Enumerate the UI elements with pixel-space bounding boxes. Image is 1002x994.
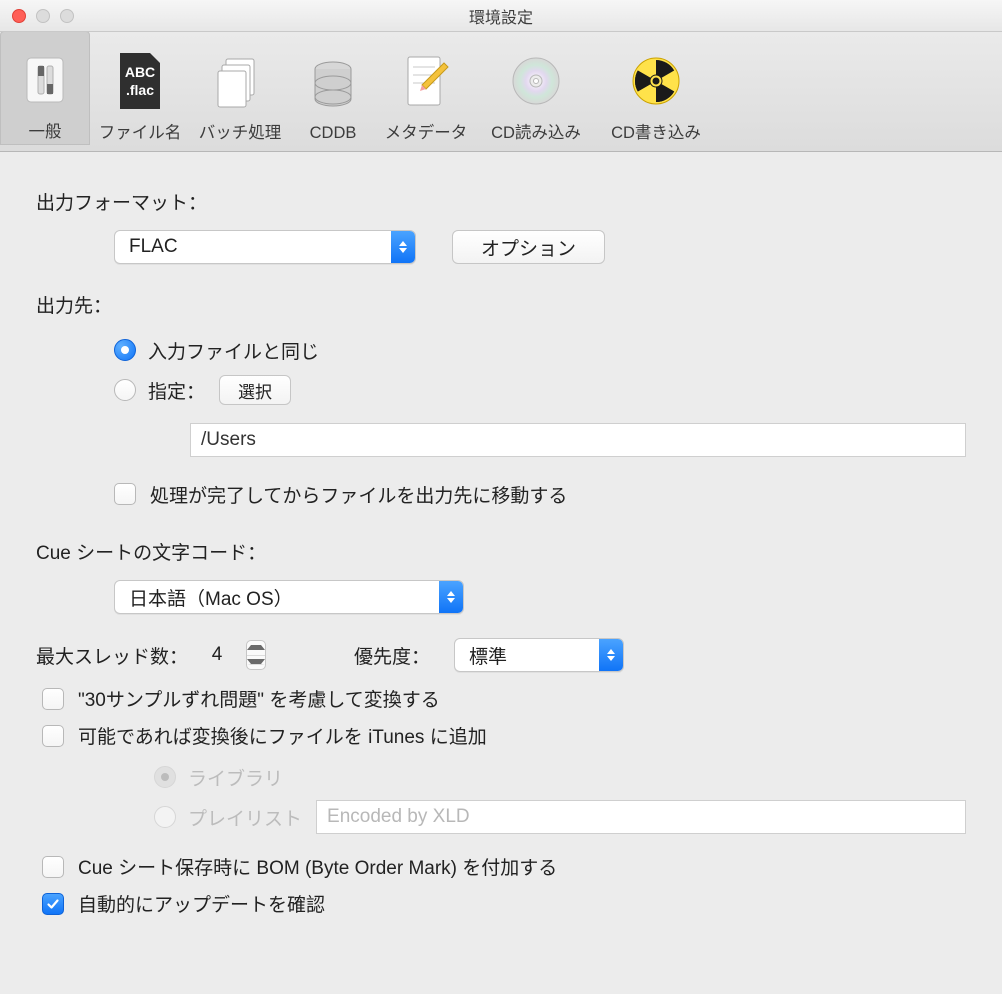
general-pane: 出力フォーマット： FLAC オプション 出力先： 入力ファイルと同じ 指定： …	[0, 152, 1002, 917]
tab-batch[interactable]: バッチ処理	[190, 31, 290, 145]
output-format-select[interactable]: FLAC	[114, 230, 416, 264]
itunes-library-radio	[154, 766, 176, 788]
priority-select[interactable]: 標準	[454, 638, 624, 672]
tab-label: CDDB	[310, 124, 357, 143]
tab-label: ファイル名	[99, 119, 182, 143]
playlist-name-field[interactable]	[316, 800, 966, 834]
cue-encoding-value: 日本語（Mac OS）	[129, 584, 293, 611]
flac-file-icon: ABC .flac	[110, 51, 170, 111]
priority-value: 標準	[469, 642, 507, 669]
itunes-playlist-radio	[154, 806, 176, 828]
format-options-button[interactable]: オプション	[452, 230, 605, 264]
svg-text:.flac: .flac	[126, 82, 154, 98]
priority-label: 優先度：	[354, 642, 430, 669]
dest-specify-radio[interactable]	[114, 379, 136, 401]
dest-path-value: /Users	[201, 429, 256, 451]
cue-encoding-label: Cue シートの文字コード：	[36, 538, 966, 565]
edit-document-icon	[396, 51, 456, 111]
documents-stack-icon	[210, 51, 270, 111]
updown-arrows-icon	[391, 231, 415, 263]
cd-disc-icon	[506, 51, 566, 111]
move-after-done-checkbox[interactable]	[114, 483, 136, 505]
tab-cd-burn[interactable]: CD書き込み	[596, 31, 716, 145]
add-to-itunes-checkbox[interactable]	[42, 725, 64, 747]
tab-metadata[interactable]: メタデータ	[376, 31, 476, 145]
max-threads-label: 最大スレッド数：	[36, 642, 188, 669]
tab-filename[interactable]: ABC .flac ファイル名	[90, 31, 190, 145]
tab-label: CD読み込み	[491, 119, 581, 143]
dest-path-field[interactable]: /Users	[190, 423, 966, 457]
choose-dest-button[interactable]: 選択	[219, 375, 291, 405]
itunes-playlist-label: プレイリスト	[188, 804, 302, 831]
updown-arrows-icon	[599, 639, 623, 671]
updown-arrows-icon	[439, 581, 463, 613]
cue-encoding-select[interactable]: 日本語（Mac OS）	[114, 580, 464, 614]
cue-bom-label: Cue シート保存時に BOM (Byte Order Mark) を付加する	[78, 853, 557, 880]
thirty-sample-checkbox[interactable]	[42, 688, 64, 710]
tab-cddb[interactable]: CDDB	[290, 31, 376, 145]
tab-label: 一般	[29, 118, 62, 142]
itunes-library-label: ライブラリ	[188, 764, 283, 791]
move-after-done-label: 処理が完了してからファイルを出力先に移動する	[150, 481, 567, 508]
add-to-itunes-label: 可能であれば変換後にファイルを iTunes に追加	[78, 722, 487, 749]
auto-update-label: 自動的にアップデートを確認	[78, 890, 325, 917]
switch-icon	[15, 50, 75, 110]
auto-update-checkbox[interactable]	[42, 893, 64, 915]
dest-same-as-input-radio[interactable]	[114, 339, 136, 361]
tab-label: バッチ処理	[199, 119, 282, 143]
output-format-label: 出力フォーマット：	[36, 188, 966, 215]
radiation-burn-icon	[626, 51, 686, 111]
titlebar: 環境設定	[0, 0, 1002, 32]
tab-cd-read[interactable]: CD読み込み	[476, 31, 596, 145]
thirty-sample-label: "30サンプルずれ問題" を考慮して変換する	[78, 685, 440, 712]
output-format-value: FLAC	[129, 236, 178, 258]
dest-same-as-input-label: 入力ファイルと同じ	[148, 337, 319, 364]
database-icon	[303, 56, 363, 116]
tab-label: メタデータ	[385, 119, 468, 143]
output-dest-label: 出力先：	[36, 291, 966, 318]
dest-specify-label: 指定：	[148, 377, 205, 404]
cue-bom-checkbox[interactable]	[42, 856, 64, 878]
max-threads-value: 4	[202, 644, 232, 666]
tab-label: CD書き込み	[611, 119, 701, 143]
preferences-toolbar: 一般 ABC .flac ファイル名 バッチ処理	[0, 32, 1002, 152]
svg-text:ABC: ABC	[125, 64, 155, 80]
max-threads-stepper[interactable]	[246, 640, 266, 670]
window-title: 環境設定	[0, 4, 1002, 28]
tab-general[interactable]: 一般	[0, 31, 90, 145]
